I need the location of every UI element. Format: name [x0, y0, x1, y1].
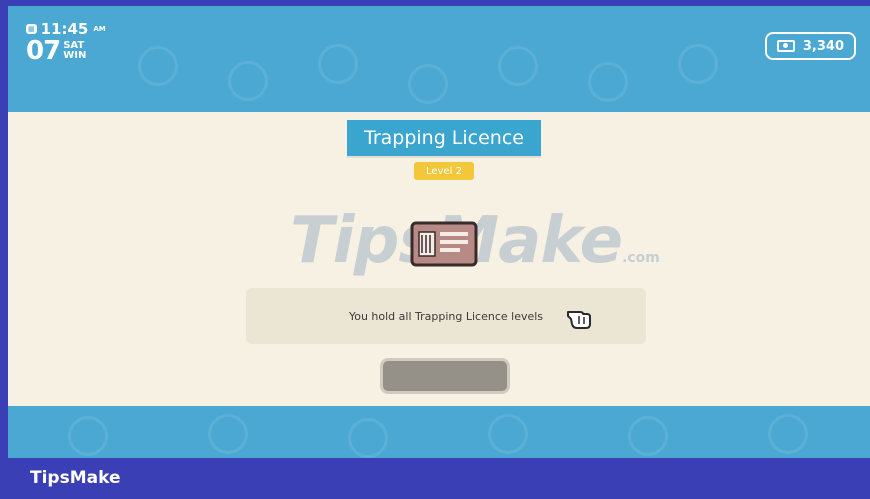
pattern-decoration	[138, 46, 178, 86]
pattern-decoration	[318, 44, 358, 84]
bottom-pattern-band	[8, 406, 870, 458]
footer-label: TipsMake	[30, 468, 121, 488]
pattern-decoration	[488, 414, 528, 454]
clock-day: 07	[26, 36, 61, 66]
pattern-decoration	[588, 62, 628, 102]
pattern-decoration	[408, 64, 448, 104]
pattern-decoration	[678, 44, 718, 84]
hand-pointer-icon	[567, 311, 591, 329]
clock-season: WIN	[63, 50, 87, 61]
confirm-button[interactable]	[380, 358, 510, 394]
clock-ampm: AM	[93, 25, 106, 33]
pattern-decoration	[208, 414, 248, 454]
footer-bar: TipsMake	[0, 458, 870, 499]
dialog-title: Trapping Licence	[347, 120, 541, 156]
licence-card-icon	[410, 221, 478, 267]
message-text: You hold all Trapping Licence levels	[348, 309, 544, 323]
pattern-decoration	[228, 61, 268, 101]
currency-amount: 3,340	[802, 38, 844, 54]
calendar-icon: ▦	[26, 24, 37, 34]
cash-icon	[776, 40, 795, 52]
pattern-decoration	[628, 416, 668, 456]
game-clock: ▦ 11:45 AM 07 SAT WIN	[26, 20, 106, 66]
level-badge: Level 2	[414, 162, 474, 180]
pattern-decoration	[348, 418, 388, 458]
top-pattern-band	[8, 6, 870, 112]
currency-display: 3,340	[764, 32, 856, 60]
pattern-decoration	[768, 414, 808, 454]
game-screen: ▦ 11:45 AM 07 SAT WIN 3,340 TipsMake.com…	[8, 6, 870, 458]
pattern-decoration	[68, 416, 108, 456]
watermark-suffix: .com	[622, 250, 660, 266]
pattern-decoration	[498, 46, 538, 86]
